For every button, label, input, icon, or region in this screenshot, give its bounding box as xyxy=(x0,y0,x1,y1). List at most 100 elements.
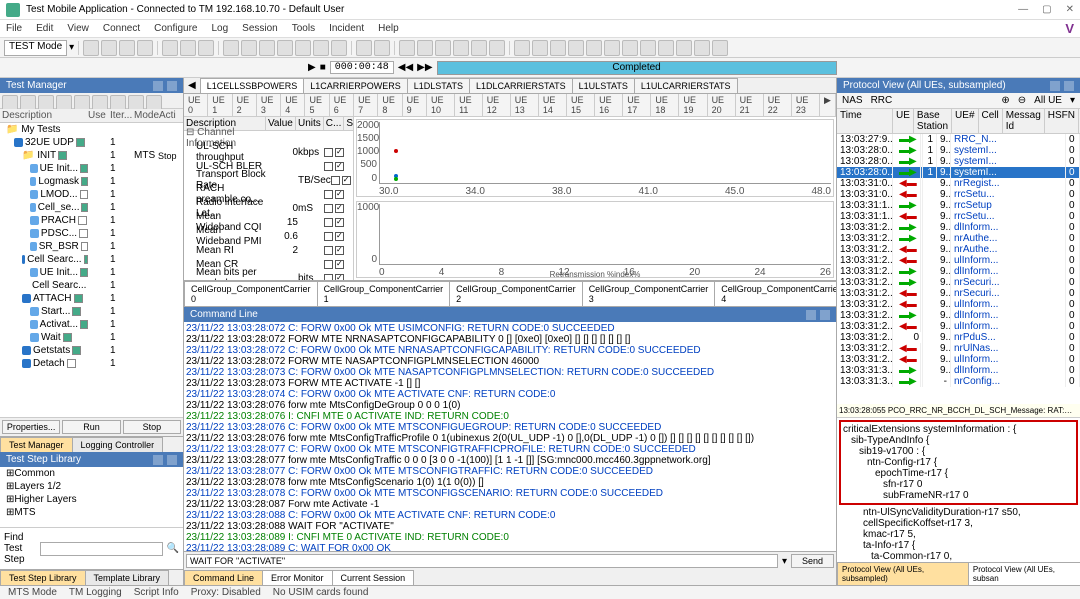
toolbar-btn[interactable] xyxy=(83,40,99,56)
channel-row[interactable]: Mean RI2 xyxy=(184,243,353,257)
message-row[interactable]: 13:03:28:0...▬▶ -119...systemI...0 xyxy=(837,156,1080,167)
menu-edit[interactable]: Edit xyxy=(36,23,53,34)
tab-current-session[interactable]: Current Session xyxy=(332,570,415,585)
message-row[interactable]: 13:03:31:0...◀▬ 09...rrcSetu...0 xyxy=(837,189,1080,200)
tree-row[interactable]: LMOD...1 xyxy=(0,188,183,201)
menu-log[interactable]: Log xyxy=(211,23,228,34)
toolbar-btn[interactable] xyxy=(180,40,196,56)
play-icon[interactable]: ▶ xyxy=(308,62,316,73)
menu-view[interactable]: View xyxy=(67,23,89,34)
toolbar-btn[interactable] xyxy=(514,40,530,56)
ue-item[interactable]: UE 6 xyxy=(330,94,354,116)
mode-dropdown-icon[interactable]: ▾ xyxy=(69,42,74,53)
tree-row[interactable]: 📁 My Tests xyxy=(0,123,183,136)
tree-row[interactable]: ATTACH1 xyxy=(0,292,183,305)
stop-icon[interactable]: ■ xyxy=(320,62,326,73)
rew-icon[interactable]: ◀◀ xyxy=(398,62,413,73)
message-row[interactable]: 13:03:31:2...▬▶ 09...nrAuthe...0 xyxy=(837,233,1080,244)
ue-item[interactable]: UE 18 xyxy=(651,94,679,116)
tree-row[interactable]: Getstats1 xyxy=(0,344,183,357)
tree-row[interactable]: Wait1 xyxy=(0,331,183,344)
dropdown-icon[interactable]: ▾ xyxy=(782,556,787,567)
ue-item[interactable]: UE 2 xyxy=(233,94,257,116)
cell-tabs[interactable]: CellGroup_ComponentCarrier 0CellGroup_Co… xyxy=(184,281,836,307)
ue-selector[interactable]: UE 0UE 1UE 2UE 3UE 4UE 5UE 6UE 7UE 8UE 9… xyxy=(184,94,836,117)
stat-tab[interactable]: L1ULSTATS xyxy=(572,78,635,93)
stat-tab[interactable]: L1DLSTATS xyxy=(407,78,470,93)
toolbar-btn[interactable] xyxy=(568,40,584,56)
menu-configure[interactable]: Configure xyxy=(154,23,197,34)
message-row[interactable]: 13:03:31:2...◀▬ 09...ulInform...0 xyxy=(837,354,1080,365)
tree-row[interactable]: Start...1 xyxy=(0,305,183,318)
ue-item[interactable]: UE 16 xyxy=(595,94,623,116)
tree-row[interactable]: SR_BSR1 xyxy=(0,240,183,253)
channel-table[interactable]: DescriptionValueUnitsC...Sh ⊟ Channel In… xyxy=(184,117,354,280)
toolbar-btn[interactable] xyxy=(550,40,566,56)
message-row[interactable]: 13:03:28:0...▬▶ -119...systemI...0 xyxy=(837,145,1080,156)
tree-row[interactable]: Logmask1 xyxy=(0,175,183,188)
step-tree[interactable]: ⊞ Common ⊞ Layers 1/2 ⊞ Higher Layers ⊞ … xyxy=(0,467,183,527)
toolbar-btn[interactable] xyxy=(435,40,451,56)
ue-item[interactable]: UE 22 xyxy=(764,94,792,116)
menu-incident[interactable]: Incident xyxy=(329,23,364,34)
tab-command-line[interactable]: Command Line xyxy=(184,570,263,585)
menu-connect[interactable]: Connect xyxy=(103,23,140,34)
pin-icon[interactable] xyxy=(153,81,163,91)
ue-item[interactable]: UE 11 xyxy=(455,94,483,116)
ue-item[interactable]: UE 0 xyxy=(184,94,208,116)
command-log[interactable]: 23/11/22 13:03:28:072 C: FORW 0x00 Ok MT… xyxy=(184,322,836,551)
stat-tab[interactable]: L1DLCARRIERSTATS xyxy=(469,78,573,93)
toolbar-btn[interactable] xyxy=(471,40,487,56)
mode-select[interactable]: TEST Mode xyxy=(4,40,67,56)
message-list[interactable]: 13:03:27:9...▬▶ -119...RRC_N...013:03:28… xyxy=(837,134,1080,404)
menu-help[interactable]: Help xyxy=(378,23,399,34)
message-row[interactable]: 13:03:31:2...▬▶ 09...dlInform...0 xyxy=(837,222,1080,233)
pin-icon[interactable] xyxy=(806,310,816,320)
tab-test-manager[interactable]: Test Manager xyxy=(0,437,73,452)
toolbar-btn[interactable] xyxy=(241,40,257,56)
maximize-button[interactable]: ▢ xyxy=(1042,4,1051,15)
tree-row[interactable]: Cell Searc...1 xyxy=(0,279,183,292)
toolbar-btn[interactable] xyxy=(137,40,153,56)
message-row[interactable]: 13:03:31:2...▬▶ 09...dlInform...0 xyxy=(837,266,1080,277)
toolbar-btn[interactable] xyxy=(586,40,602,56)
toolbar-btn[interactable] xyxy=(640,40,656,56)
protocol-filters[interactable]: NASRRC ⊕⊖All UE▾ xyxy=(837,93,1080,109)
menu-tools[interactable]: Tools xyxy=(292,23,315,34)
tree-row[interactable]: UE Init...1 xyxy=(0,162,183,175)
toolbar-btn[interactable] xyxy=(712,40,728,56)
ue-item[interactable]: UE 4 xyxy=(281,94,305,116)
ue-item[interactable]: UE 21 xyxy=(736,94,764,116)
send-button[interactable]: Send xyxy=(791,554,834,568)
ue-item[interactable]: UE 7 xyxy=(354,94,378,116)
tree-row[interactable]: PRACH1 xyxy=(0,214,183,227)
toolbar-btn[interactable] xyxy=(658,40,674,56)
message-row[interactable]: 13:03:31:2... 09...nrPduS...0 xyxy=(837,332,1080,343)
tree-row[interactable]: 📁 INIT1MTSStop xyxy=(0,149,183,162)
toolbar-btn[interactable] xyxy=(374,40,390,56)
ue-item[interactable]: UE 8 xyxy=(378,94,402,116)
tree-row[interactable]: Activat...1 xyxy=(0,318,183,331)
toolbar-btn[interactable] xyxy=(622,40,638,56)
toolbar-btn[interactable] xyxy=(198,40,214,56)
ue-item[interactable]: UE 5 xyxy=(305,94,329,116)
message-row[interactable]: 13:03:31:2...◀▬ 09...ulInform...0 xyxy=(837,321,1080,332)
toolbar-btn[interactable] xyxy=(453,40,469,56)
toolbar-btn[interactable] xyxy=(119,40,135,56)
message-row[interactable]: 13:03:31:0...◀▬ 09...nrRegist...0 xyxy=(837,178,1080,189)
tab-error-monitor[interactable]: Error Monitor xyxy=(262,570,333,585)
toolbar-btn[interactable] xyxy=(417,40,433,56)
toolbar-btn[interactable] xyxy=(604,40,620,56)
close-icon[interactable] xyxy=(167,455,177,465)
toolbar-btn[interactable] xyxy=(162,40,178,56)
toolbar-btn[interactable] xyxy=(694,40,710,56)
pin-icon[interactable] xyxy=(153,455,163,465)
message-row[interactable]: 13:03:31:2...◀▬ 09...nrUlNas...0 xyxy=(837,343,1080,354)
message-row[interactable]: 13:03:31:1...▬▶ 09...rrcSetup0 xyxy=(837,200,1080,211)
toolbar-btn[interactable] xyxy=(331,40,347,56)
message-row[interactable]: 13:03:27:9...▬▶ -119...RRC_N...0 xyxy=(837,134,1080,145)
tab-step-library[interactable]: Test Step Library xyxy=(0,570,86,585)
tree-row[interactable]: PDSC...1 xyxy=(0,227,183,240)
tree-row[interactable]: Detach1 xyxy=(0,357,183,370)
tree-row[interactable]: 32UE UDP1 xyxy=(0,136,183,149)
